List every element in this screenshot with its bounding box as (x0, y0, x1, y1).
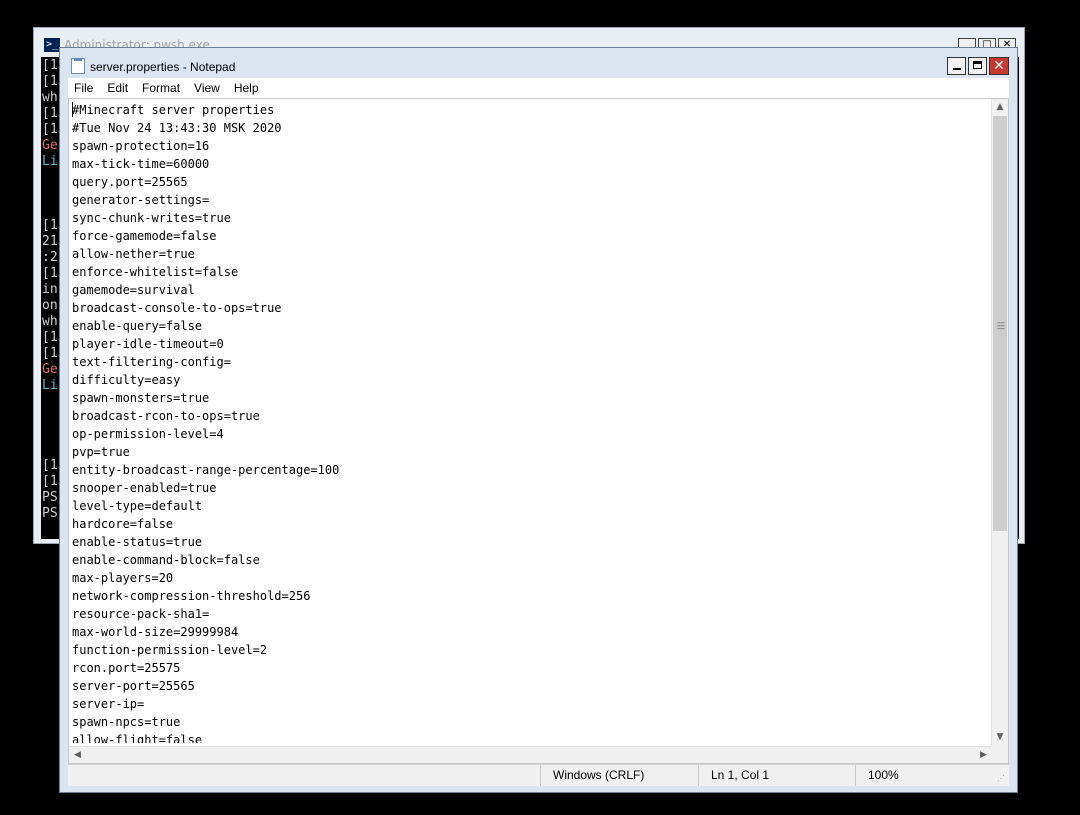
text-line: player-idle-timeout=0 (72, 337, 224, 351)
minimize-button[interactable] (947, 57, 966, 75)
text-line: query.port=25565 (72, 175, 188, 189)
notepad-icon (71, 58, 85, 74)
text-line: #Tue Nov 24 13:43:30 MSK 2020 (72, 121, 282, 135)
console-line: [1 (42, 106, 58, 121)
console-line: Li (42, 378, 58, 393)
console-line: [1 (42, 74, 58, 89)
grip-icon: — — — (997, 318, 1005, 333)
scroll-corner (991, 746, 1008, 763)
console-line: [1 (42, 266, 58, 281)
text-line: enable-status=true (72, 535, 203, 549)
text-line: op-permission-level=4 (72, 427, 224, 441)
text-line: allow-nether=true (72, 247, 195, 261)
text-line: spawn-npcs=true (72, 715, 181, 729)
console-line: [1 (42, 346, 58, 361)
text-line: spawn-protection=16 (72, 139, 210, 153)
text-content[interactable]: #Minecraft server properties #Tue Nov 24 … (72, 101, 992, 743)
horizontal-scrollbar[interactable]: ◀ ▶ (69, 746, 992, 763)
text-line: generator-settings= (72, 193, 210, 207)
text-line: server-ip= (72, 697, 145, 711)
text-line: level-type=default (72, 499, 203, 513)
text-line: #Minecraft server properties (72, 103, 275, 117)
menu-view[interactable]: View (187, 81, 227, 95)
text-editor[interactable]: #Minecraft server properties #Tue Nov 24 … (68, 98, 1009, 764)
console-line: Ge (42, 362, 58, 377)
vertical-scrollbar[interactable]: ▲ — — — ▼ (991, 99, 1008, 746)
horizontal-scroll-track[interactable] (87, 748, 974, 761)
window-title: server.properties - Notepad (90, 60, 236, 74)
text-line: broadcast-console-to-ops=true (72, 301, 282, 315)
text-line: resource-pack-sha1= (72, 607, 210, 621)
console-line: wh (42, 90, 58, 105)
scroll-up-icon[interactable]: ▲ (992, 99, 1008, 116)
maximize-icon (973, 61, 982, 69)
text-line: enforce-whitelist=false (72, 265, 239, 279)
text-line: difficulty=easy (72, 373, 181, 387)
text-line: enable-command-block=false (72, 553, 260, 567)
console-line: [1 (42, 458, 58, 473)
console-line: [1 (42, 474, 58, 489)
text-line: spawn-monsters=true (72, 391, 210, 405)
console-line: [1 (42, 122, 58, 137)
menu-file[interactable]: File (68, 81, 100, 95)
text-line: pvp=true (72, 445, 130, 459)
console-line: 21 (42, 234, 58, 249)
maximize-button[interactable] (968, 57, 987, 75)
console-line: Li (42, 154, 58, 169)
console-line: [1 (42, 330, 58, 345)
text-caret (72, 102, 73, 117)
console-line: wh (42, 314, 58, 329)
status-encoding: Windows (CRLF) (540, 765, 698, 786)
console-line: in (42, 282, 58, 297)
text-line: snooper-enabled=true (72, 481, 217, 495)
text-line: gamemode=survival (72, 283, 195, 297)
status-cursor-position: Ln 1, Col 1 (698, 765, 855, 786)
text-line: max-players=20 (72, 571, 174, 585)
menu-format[interactable]: Format (135, 81, 187, 95)
menu-bar: File Edit Format View Help (68, 78, 1009, 98)
resize-grip-icon[interactable]: ⋰ (997, 774, 1007, 784)
console-line: PS (42, 506, 58, 521)
console-line: :2 (42, 250, 58, 265)
console-line: on (42, 298, 58, 313)
text-line: max-world-size=29999984 (72, 625, 239, 639)
notepad-window[interactable]: server.properties - Notepad ✕ File Edit … (59, 47, 1018, 793)
console-line: [1 (42, 218, 58, 233)
vertical-scroll-thumb[interactable]: — — — (993, 116, 1007, 531)
text-line: entity-broadcast-range-percentage=100 (72, 463, 340, 477)
text-line: rcon.port=25575 (72, 661, 181, 675)
scroll-left-icon[interactable]: ◀ (69, 747, 86, 763)
text-line: network-compression-threshold=256 (72, 589, 311, 603)
console-line: PS (42, 490, 58, 505)
text-line: server-port=25565 (72, 679, 195, 693)
text-line: force-gamemode=false (72, 229, 217, 243)
text-line: hardcore=false (72, 517, 174, 531)
status-zoom: 100% (855, 765, 995, 786)
scroll-down-icon[interactable]: ▼ (992, 729, 1008, 746)
text-line: max-tick-time=60000 (72, 157, 210, 171)
console-line: Ge (42, 138, 58, 153)
text-line: allow-flight=false (72, 733, 203, 743)
menu-help[interactable]: Help (227, 81, 266, 95)
minimize-icon (953, 68, 961, 70)
text-line: sync-chunk-writes=true (72, 211, 231, 225)
menu-edit[interactable]: Edit (100, 81, 135, 95)
status-bar: Windows (CRLF) Ln 1, Col 1 100% ⋰ (68, 764, 1009, 786)
console-line: [1 (42, 58, 58, 73)
close-button[interactable]: ✕ (989, 57, 1009, 75)
notepad-titlebar[interactable]: server.properties - Notepad ✕ (60, 48, 1017, 78)
close-icon: ✕ (993, 58, 1005, 74)
text-line: function-permission-level=2 (72, 643, 268, 657)
text-line: enable-query=false (72, 319, 203, 333)
powershell-icon: >_ (44, 38, 60, 52)
text-line: broadcast-rcon-to-ops=true (72, 409, 260, 423)
text-line: text-filtering-config= (72, 355, 231, 369)
scroll-right-icon[interactable]: ▶ (975, 747, 992, 763)
